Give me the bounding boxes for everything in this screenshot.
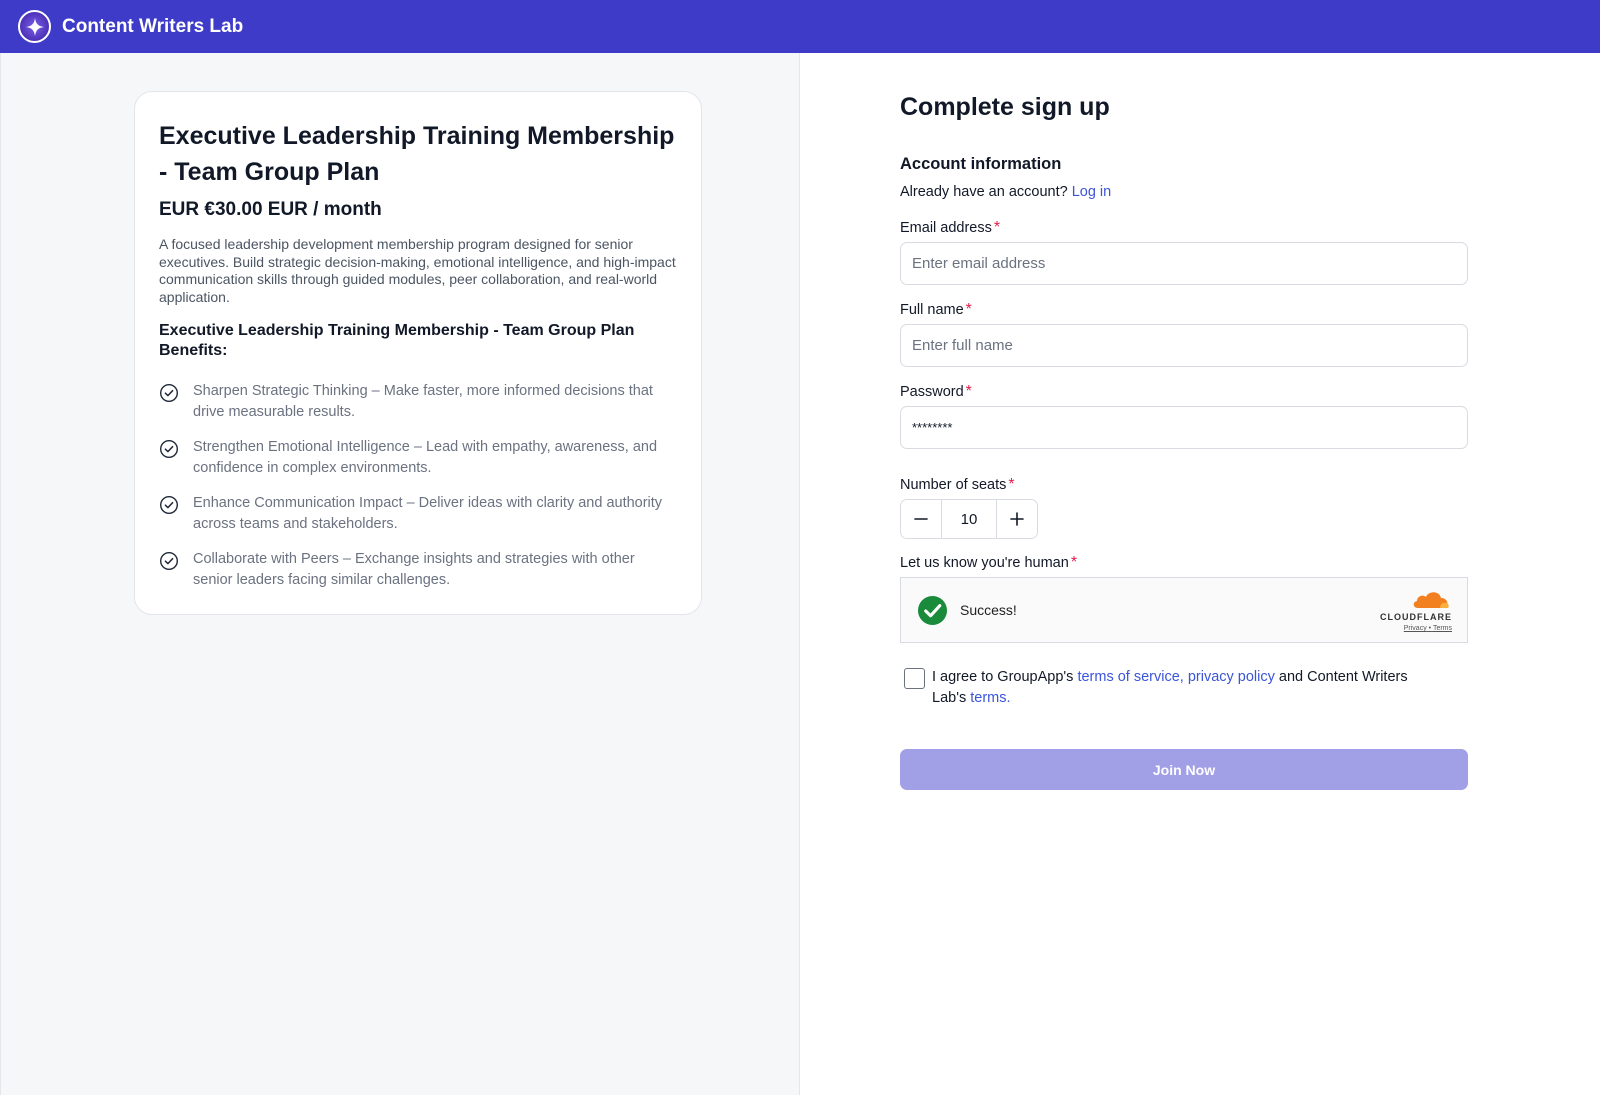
email-label: Email address * (900, 219, 1468, 237)
cloudflare-separator: • (1428, 625, 1432, 632)
plus-icon (1010, 512, 1024, 526)
account-info-heading: Account information (900, 155, 1062, 173)
minus-icon (914, 518, 928, 520)
check-circle-icon (159, 383, 179, 403)
check-circle-icon (159, 495, 179, 515)
required-mark: * (1070, 554, 1078, 571)
lab-terms-link[interactable]: terms. (970, 690, 1010, 706)
required-mark: * (965, 301, 972, 318)
top-bar: Content Writers Lab (0, 0, 1600, 53)
required-mark: * (965, 383, 972, 400)
success-check-icon (917, 595, 948, 625)
plan-price: EUR €30.00 EUR / month (159, 199, 382, 220)
agree-prefix: I agree to GroupApp's (932, 669, 1074, 685)
login-prompt: Already have an account? Log in (900, 184, 1468, 200)
cloudflare-links: Privacy • Terms (1376, 625, 1452, 632)
benefits-heading: Executive Leadership Training Membership… (159, 322, 635, 359)
plan-card: Executive Leadership Training Membership… (134, 91, 702, 615)
decrease-seats-button[interactable] (901, 500, 941, 538)
seats-label: Number of seats * (900, 476, 1468, 494)
seats-stepper: 10 (900, 499, 1038, 539)
full-name-field[interactable] (900, 324, 1468, 367)
password-label-text: Password (900, 384, 964, 400)
brand-name[interactable]: Content Writers Lab (62, 16, 243, 38)
agreement-text: I agree to GroupApp's terms of service, … (932, 667, 1442, 708)
required-mark: * (993, 219, 1001, 236)
form-title: Complete sign up (900, 93, 1110, 121)
password-field[interactable] (900, 406, 1468, 449)
email-label-text: Email address (900, 220, 992, 236)
email-field[interactable] (900, 242, 1468, 285)
full-name-label-text: Full name (900, 302, 964, 318)
check-circle-icon (159, 439, 179, 459)
full-name-label: Full name * (900, 301, 1468, 319)
signup-form: Complete sign up Account information Alr… (900, 91, 1468, 790)
benefit-text: Collaborate with Peers – Exchange insigh… (193, 551, 635, 588)
benefit-item: Enhance Communication Impact – Deliver i… (159, 493, 677, 534)
required-mark: * (1008, 476, 1015, 493)
benefit-text: Sharpen Strategic Thinking – Make faster… (193, 383, 653, 420)
benefit-text: Enhance Communication Impact – Deliver i… (193, 495, 663, 532)
cloudflare-badge: CLOUDFLARE Privacy • Terms (1376, 589, 1452, 632)
captcha-label: Let us know you're human * (900, 554, 1468, 572)
plan-title: Executive Leadership Training Membership… (159, 122, 675, 186)
plan-description: A focused leadership development members… (159, 236, 676, 305)
captcha-label-text: Let us know you're human (900, 555, 1069, 571)
cloudflare-wordmark: CLOUDFLARE (1380, 612, 1452, 622)
signup-pane: Complete sign up Account information Alr… (801, 53, 1600, 1095)
cloudflare-cloud-icon (1413, 592, 1449, 608)
benefit-item: Strengthen Emotional Intelligence – Lead… (159, 437, 677, 478)
password-label: Password * (900, 383, 1468, 401)
benefit-item: Collaborate with Peers – Exchange insigh… (159, 549, 677, 590)
agree-checkbox[interactable] (904, 668, 925, 689)
agreement-row: I agree to GroupApp's terms of service, … (900, 667, 1468, 708)
login-link[interactable]: Log in (1072, 184, 1112, 200)
captcha-status: Success! (960, 602, 1017, 618)
increase-seats-button[interactable] (997, 500, 1037, 538)
benefits-list: Sharpen Strategic Thinking – Make faster… (159, 381, 677, 590)
seats-value[interactable]: 10 (941, 500, 997, 538)
cloudflare-terms-link[interactable]: Terms (1433, 625, 1452, 632)
benefit-text: Strengthen Emotional Intelligence – Lead… (193, 439, 658, 476)
sparkle-logo-icon[interactable] (18, 10, 51, 43)
privacy-policy-link[interactable]: privacy policy (1188, 669, 1275, 685)
seats-label-text: Number of seats (900, 477, 1007, 493)
captcha-widget[interactable]: Success! CLOUDFLARE Privacy • Terms (900, 577, 1468, 643)
login-prompt-text: Already have an account? (900, 184, 1068, 200)
benefit-item: Sharpen Strategic Thinking – Make faster… (159, 381, 677, 422)
cloudflare-privacy-link[interactable]: Privacy (1404, 625, 1427, 632)
terms-of-service-link[interactable]: terms of service, (1077, 669, 1183, 685)
join-now-button[interactable]: Join Now (900, 749, 1468, 790)
plan-pane: Executive Leadership Training Membership… (0, 53, 800, 1095)
check-circle-icon (159, 551, 179, 571)
